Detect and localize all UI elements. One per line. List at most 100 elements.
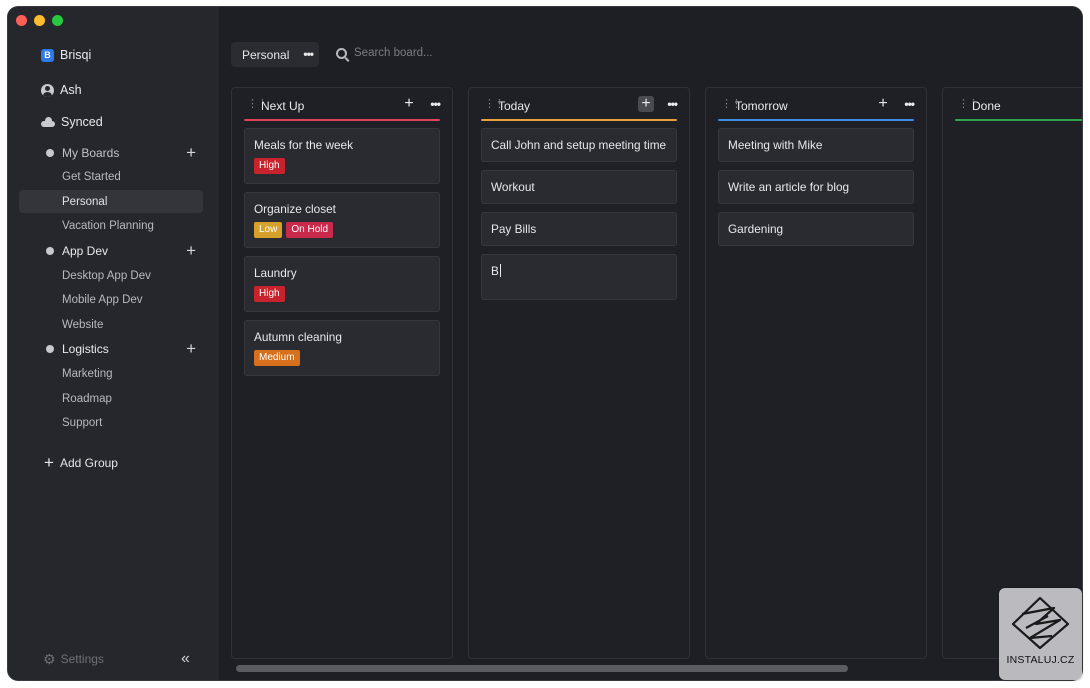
column-menu-icon[interactable]: ••• <box>667 97 678 111</box>
add-board-button[interactable]: + <box>186 340 196 357</box>
column-title: Today <box>498 99 531 113</box>
priority-tag: Medium <box>254 350 300 366</box>
card-title: Pay Bills <box>491 222 537 236</box>
group-label: Logistics <box>62 342 109 356</box>
maximize-window-button[interactable] <box>52 15 63 26</box>
add-card-button[interactable]: + <box>401 96 417 112</box>
board-label: Desktop App Dev <box>62 269 151 282</box>
user-account[interactable]: Ash <box>41 83 82 97</box>
group-my-boards[interactable]: My Boards + <box>46 143 196 163</box>
sync-status[interactable]: Synced <box>41 115 103 129</box>
card[interactable]: Write an article for blog <box>718 170 914 204</box>
sidebar-item-personal[interactable]: Personal <box>19 190 203 213</box>
plus-icon: + <box>44 453 54 472</box>
group-label: App Dev <box>62 244 109 258</box>
add-group-button[interactable]: + Add Group <box>44 454 118 471</box>
window-controls <box>16 15 63 26</box>
sidebar-item-mobile-app-dev[interactable]: Mobile App Dev <box>19 288 203 311</box>
board-label: Get Started <box>62 170 121 183</box>
card[interactable]: Pay Bills <box>481 212 677 246</box>
instaluj-logo-icon <box>1011 596 1070 650</box>
column-next-up: ⋮⋮ Next Up + ••• Meals for the week High… <box>231 87 453 659</box>
sidebar-item-roadmap[interactable]: Roadmap <box>19 387 203 410</box>
card[interactable]: Call John and setup meeting time <box>481 128 677 162</box>
board-label: Website <box>62 318 104 331</box>
search-placeholder[interactable]: Search board... <box>354 47 433 59</box>
card-list: Meeting with Mike Write an article for b… <box>718 128 914 254</box>
collapse-sidebar-icon[interactable]: « <box>181 651 190 667</box>
search-icon <box>336 47 347 59</box>
sidebar-item-marketing[interactable]: Marketing <box>19 362 203 385</box>
column-done: ⋮⋮ Done <box>942 87 1082 659</box>
column-tomorrow: ⋮⋮ Tomorrow + ••• Meeting with Mike Writ… <box>705 87 927 659</box>
card[interactable]: Meeting with Mike <box>718 128 914 162</box>
column-header: ⋮⋮ Done <box>943 88 1082 122</box>
sidebar-item-support[interactable]: Support <box>19 411 203 434</box>
card[interactable]: Autumn cleaning Medium <box>244 320 440 376</box>
app-window: B Brisqi Ash Synced My Boards + Get Star… <box>8 7 1082 680</box>
add-card-button[interactable]: + <box>875 96 891 112</box>
card-list: Meals for the week High Organize closet … <box>244 128 440 384</box>
column-header: ⋮⋮ Tomorrow + ••• <box>706 88 926 122</box>
card-title: Gardening <box>728 222 784 236</box>
status-tag: On Hold <box>286 222 334 238</box>
add-board-button[interactable]: + <box>186 242 196 259</box>
sidebar-item-website[interactable]: Website <box>19 313 203 336</box>
card[interactable]: Organize closet Low On Hold <box>244 192 440 248</box>
board-selector[interactable]: Personal ••• <box>231 42 319 67</box>
column-accent-line <box>244 119 440 121</box>
settings-button[interactable]: ⚙ Settings <box>43 652 104 666</box>
add-card-button[interactable]: + <box>638 96 654 112</box>
sidebar-item-get-started[interactable]: Get Started <box>19 165 203 188</box>
column-title: Next Up <box>261 99 305 113</box>
card[interactable]: Workout <box>481 170 677 204</box>
sidebar: B Brisqi Ash Synced My Boards + Get Star… <box>8 7 220 680</box>
group-dot-icon <box>46 149 54 157</box>
add-board-button[interactable]: + <box>186 144 196 161</box>
board-label: Roadmap <box>62 392 112 405</box>
brisqi-logo-icon: B <box>41 48 54 62</box>
search-bar[interactable]: Search board... <box>336 47 433 59</box>
sidebar-item-vacation-planning[interactable]: Vacation Planning <box>19 214 203 237</box>
column-accent-line <box>955 119 1082 121</box>
horizontal-scrollbar[interactable] <box>236 665 848 672</box>
card[interactable]: Meals for the week High <box>244 128 440 184</box>
app-brand: B Brisqi <box>41 48 91 62</box>
column-menu-icon[interactable]: ••• <box>430 97 441 111</box>
sidebar-item-desktop-app-dev[interactable]: Desktop App Dev <box>19 264 203 287</box>
group-app-dev[interactable]: App Dev + <box>46 241 196 261</box>
board-menu-icon[interactable]: ••• <box>303 47 314 61</box>
column-accent-line <box>718 119 914 121</box>
column-today: ⋮⋮ Today + ••• Call John and setup meeti… <box>468 87 690 659</box>
priority-tag: Low <box>254 222 283 238</box>
user-icon <box>41 83 54 97</box>
card-title: Call John and setup meeting time <box>491 138 667 152</box>
group-dot-icon <box>46 247 54 255</box>
priority-tag: High <box>254 158 285 174</box>
settings-label: Settings <box>60 652 104 666</box>
board-label: Marketing <box>62 367 113 380</box>
card[interactable]: Laundry High <box>244 256 440 312</box>
close-window-button[interactable] <box>16 15 27 26</box>
card[interactable]: Gardening <box>718 212 914 246</box>
text-caret <box>499 264 501 277</box>
card-title: Meeting with Mike <box>728 138 823 152</box>
card-title: Workout <box>491 180 535 194</box>
column-accent-line <box>481 119 677 121</box>
minimize-window-button[interactable] <box>34 15 45 26</box>
add-group-label: Add Group <box>59 455 118 470</box>
watermark-text: INSTALUJ.CZ <box>1006 654 1075 666</box>
board-label: Vacation Planning <box>62 219 154 232</box>
card-list: Call John and setup meeting time Workout… <box>481 128 677 308</box>
gear-icon: ⚙ <box>43 651 56 667</box>
card-title: Write an article for blog <box>728 180 850 194</box>
board-name: Personal <box>242 47 290 62</box>
new-card-input[interactable]: B <box>481 254 677 300</box>
group-label: My Boards <box>62 146 120 160</box>
column-menu-icon[interactable]: ••• <box>904 97 915 111</box>
new-card-text[interactable]: B <box>491 264 499 278</box>
group-logistics[interactable]: Logistics + <box>46 339 196 359</box>
board-label: Mobile App Dev <box>62 293 143 306</box>
watermark: INSTALUJ.CZ <box>999 588 1082 680</box>
cloud-icon <box>41 116 55 127</box>
